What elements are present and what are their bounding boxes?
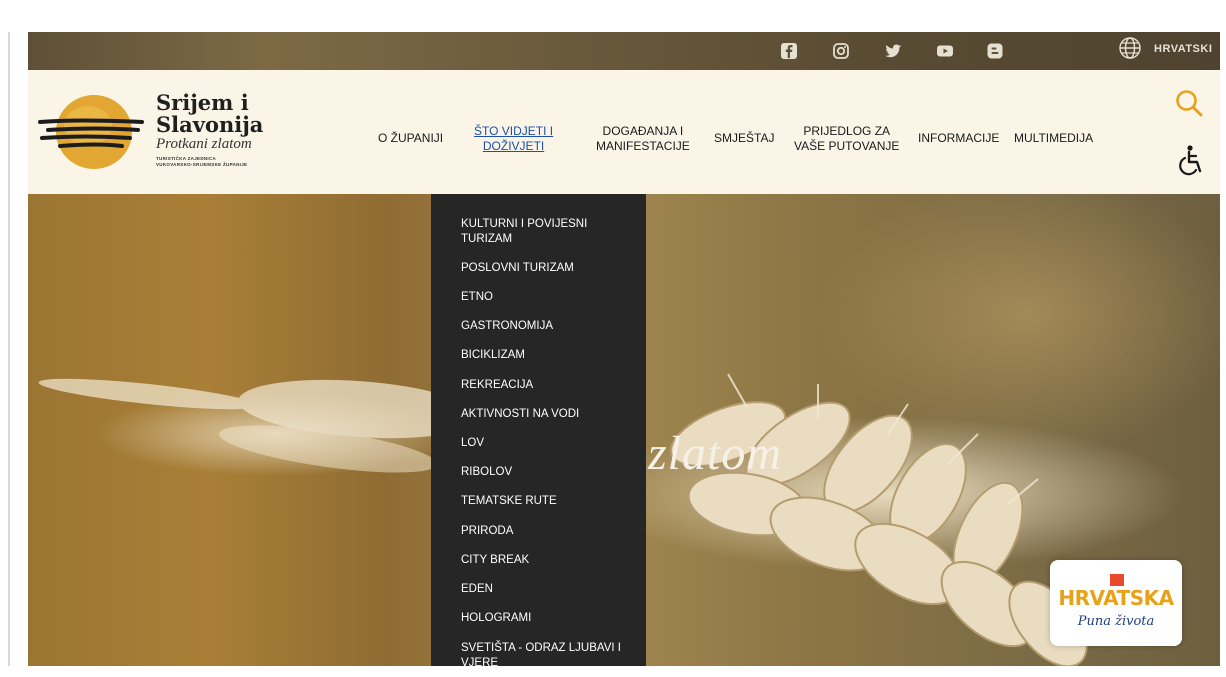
- nav-o-zupaniji[interactable]: O ŽUPANIJI: [378, 131, 443, 146]
- nav-smjestaj[interactable]: SMJEŠTAJ: [714, 131, 774, 146]
- dropdown-item-ribolov[interactable]: RIBOLOV: [461, 465, 631, 480]
- dropdown-item-city-break[interactable]: CITY BREAK: [461, 553, 631, 568]
- dropdown-item-kulturni[interactable]: KULTURNI I POVIJESNI TURIZAM: [461, 217, 631, 247]
- youtube-icon[interactable]: [934, 40, 956, 62]
- nav-prijedlog[interactable]: PRIJEDLOG ZA VAŠE PUTOVANJE: [794, 124, 899, 154]
- dropdown-item-etno[interactable]: ETNO: [461, 290, 631, 305]
- top-bar: HRVATSKI: [28, 32, 1220, 70]
- brand-org: TURISTIČKA ZAJEDNICA VUKOVARSKO-SRIJEMSK…: [156, 156, 248, 167]
- dropdown-item-lov[interactable]: LOV: [461, 436, 631, 451]
- dropdown-item-eden[interactable]: EDEN: [461, 582, 631, 597]
- nav-dropdown-menu: KULTURNI I POVIJESNI TURIZAM POSLOVNI TU…: [431, 194, 646, 666]
- accessibility-icon[interactable]: [1176, 144, 1206, 178]
- hrvatska-badge[interactable]: HRVATSKA Puna života: [1050, 560, 1182, 646]
- badge-flag-icon: [1110, 574, 1124, 586]
- dropdown-item-priroda[interactable]: PRIRODA: [461, 524, 631, 539]
- window-edge: [8, 32, 10, 666]
- nav-multimedija[interactable]: MULTIMEDIJA: [1014, 131, 1093, 146]
- brand-name-line1: Srijem i: [156, 90, 249, 115]
- search-icon[interactable]: [1174, 88, 1204, 118]
- instagram-icon[interactable]: [830, 40, 852, 62]
- dropdown-item-biciklizam[interactable]: BICIKLIZAM: [461, 348, 631, 363]
- dropdown-item-hologrami[interactable]: HOLOGRAMI: [461, 611, 631, 626]
- dropdown-item-tematske-rute[interactable]: TEMATSKE RUTE: [461, 494, 631, 509]
- brand-tagline: Protkani zlatom: [156, 136, 252, 152]
- dropdown-item-aktivnosti[interactable]: AKTIVNOSTI NA VODI: [461, 407, 631, 422]
- logo-icon[interactable]: [38, 92, 146, 172]
- twitter-icon[interactable]: [882, 40, 904, 62]
- facebook-icon[interactable]: [778, 40, 800, 62]
- dropdown-item-svetista[interactable]: SVETIŠTA - ODRAZ LJUBAVI I VJERE: [461, 641, 631, 666]
- nav-dogadanja[interactable]: DOGAĐANJA I MANIFESTACIJE: [596, 124, 690, 154]
- nav-informacije[interactable]: INFORMACIJE: [918, 131, 999, 146]
- brand-name-line2: Slavonija: [156, 112, 264, 137]
- hero-text: zlatom: [648, 427, 783, 480]
- badge-subtitle: Puna života: [1077, 614, 1155, 629]
- language-selector[interactable]: HRVATSKI: [1154, 43, 1212, 55]
- globe-icon[interactable]: [1118, 36, 1142, 60]
- dropdown-item-rekreacija[interactable]: REKREACIJA: [461, 378, 631, 393]
- badge-title: HRVATSKA: [1058, 586, 1174, 610]
- dropdown-item-gastronomija[interactable]: GASTRONOMIJA: [461, 319, 631, 334]
- page-frame: HRVATSKI Srijem i Slavonija Protkani zla…: [28, 32, 1220, 666]
- dropdown-item-poslovni[interactable]: POSLOVNI TURIZAM: [461, 261, 631, 276]
- blogger-icon[interactable]: [984, 40, 1006, 62]
- site-header: Srijem i Slavonija Protkani zlatom TURIS…: [28, 70, 1220, 194]
- nav-sto-vidjeti[interactable]: ŠTO VIDJETI I DOŽIVJETI: [474, 124, 553, 154]
